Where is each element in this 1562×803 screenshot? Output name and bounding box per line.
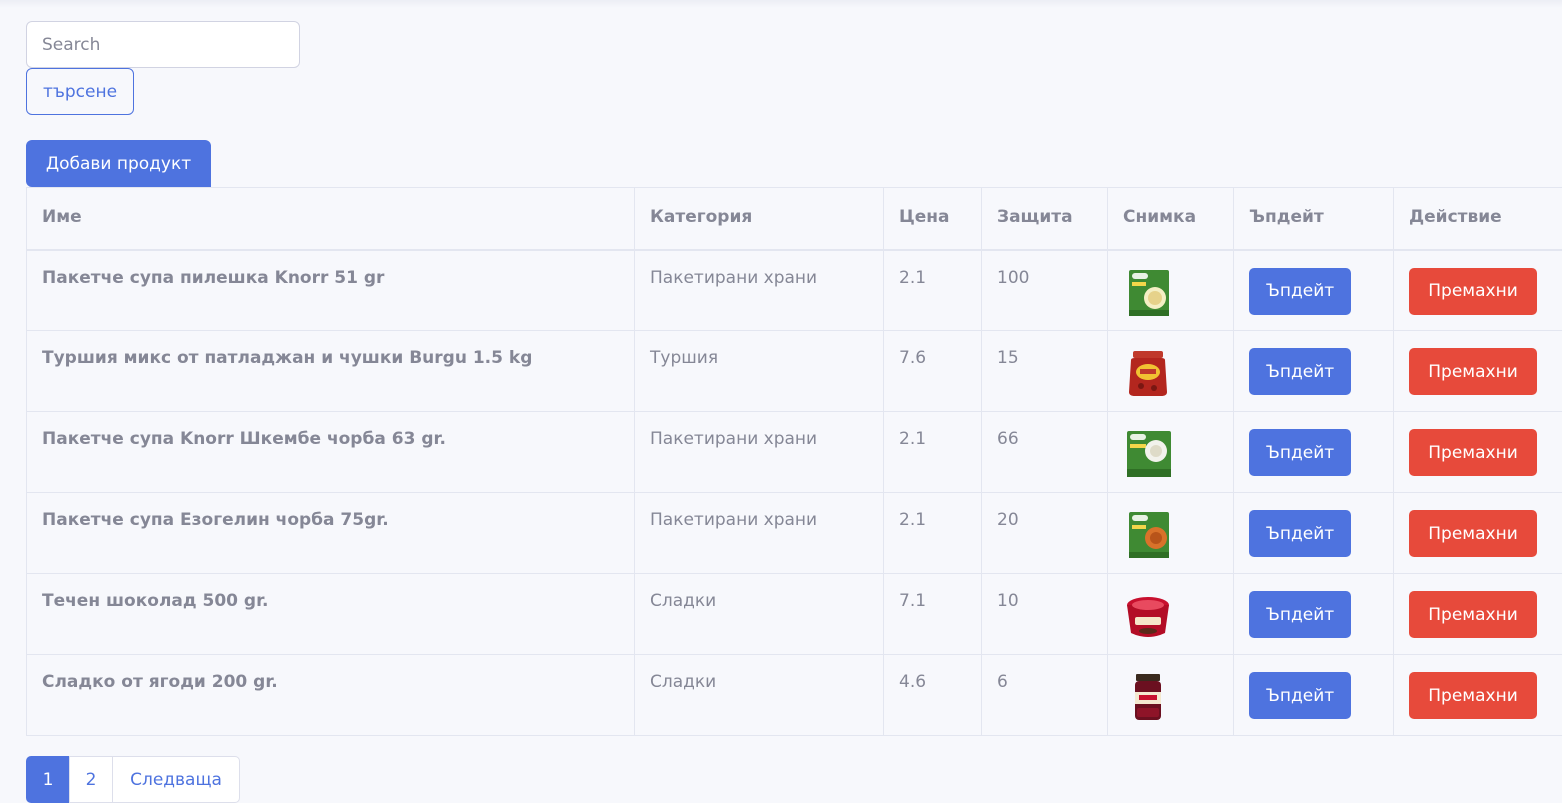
table-row: Туршия микс от патладжан и чушки Burgu 1…: [26, 330, 1562, 412]
product-image-cell: [1107, 654, 1234, 736]
product-name: Сладко от ягоди 200 gr.: [26, 654, 635, 736]
remove-button[interactable]: Премахни: [1409, 510, 1537, 557]
column-header-action: Действие: [1393, 187, 1562, 251]
table-row: Пакетче супа пилешка Knorr 51 gr Пакетир…: [26, 249, 1562, 331]
product-price: 7.6: [883, 330, 982, 412]
table-row: Пакетче супа Езогелин чорба 75gr. Пакети…: [26, 492, 1562, 574]
update-button[interactable]: Ъпдейт: [1249, 510, 1351, 557]
product-category: Сладки: [634, 654, 884, 736]
jam-jar-icon: [1135, 674, 1161, 720]
chocolate-tub-icon: [1127, 597, 1169, 637]
product-protection: 15: [981, 330, 1108, 412]
remove-button[interactable]: Премахни: [1409, 429, 1537, 476]
product-name: Пакетче супа Езогелин чорба 75gr.: [26, 492, 635, 574]
product-protection: 6: [981, 654, 1108, 736]
product-price: 4.6: [883, 654, 982, 736]
next-page-link[interactable]: Следваща: [112, 756, 240, 803]
add-product-button[interactable]: Добави продукт: [26, 140, 211, 187]
product-image-cell: [1107, 249, 1234, 331]
column-header-name: Име: [26, 187, 635, 251]
product-category: Пакетирани храни: [634, 411, 884, 493]
update-cell: Ъпдейт: [1233, 330, 1394, 412]
knorr-tripe-soup-packet-icon: [1127, 431, 1171, 477]
remove-cell: Премахни: [1393, 573, 1562, 655]
knorr-ezogelin-soup-packet-icon: [1129, 512, 1169, 558]
update-button[interactable]: Ъпдейт: [1249, 348, 1351, 395]
product-category: Сладки: [634, 573, 884, 655]
remove-cell: Премахни: [1393, 249, 1562, 331]
product-protection: 66: [981, 411, 1108, 493]
remove-cell: Премахни: [1393, 330, 1562, 412]
product-image-cell: [1107, 492, 1234, 574]
remove-button[interactable]: Премахни: [1409, 591, 1537, 638]
column-header-protection: Защита: [981, 187, 1108, 251]
product-image-cell: [1107, 573, 1234, 655]
update-cell: Ъпдейт: [1233, 411, 1394, 493]
knorr-chicken-soup-packet-icon: [1129, 269, 1169, 316]
update-cell: Ъпдейт: [1233, 249, 1394, 331]
product-image-cell: [1107, 411, 1234, 493]
product-name: Туршия микс от патладжан и чушки Burgu 1…: [26, 330, 635, 412]
remove-cell: Премахни: [1393, 492, 1562, 574]
update-cell: Ъпдейт: [1233, 573, 1394, 655]
products-table: Име Категория Цена Защита Снимка Ъпдейт …: [26, 187, 1562, 736]
column-header-image: Снимка: [1107, 187, 1234, 251]
pickle-jar-icon: [1129, 351, 1167, 396]
update-button[interactable]: Ъпдейт: [1249, 591, 1351, 638]
product-category: Пакетирани храни: [634, 492, 884, 574]
remove-cell: Премахни: [1393, 654, 1562, 736]
update-cell: Ъпдейт: [1233, 654, 1394, 736]
search-input[interactable]: [26, 21, 300, 68]
product-category: Туршия: [634, 330, 884, 412]
product-name: Течен шоколад 500 gr.: [26, 573, 635, 655]
column-header-price: Цена: [883, 187, 982, 251]
column-header-update: Ъпдейт: [1233, 187, 1394, 251]
product-image-cell: [1107, 330, 1234, 412]
pagination: 1 2 Следваща: [26, 756, 240, 803]
top-shadow: [0, 0, 1562, 8]
column-header-category: Категория: [634, 187, 884, 251]
product-price: 2.1: [883, 249, 982, 331]
table-row: Сладко от ягоди 200 gr. Сладки 4.6 6 Ъпд…: [26, 654, 1562, 736]
product-protection: 10: [981, 573, 1108, 655]
page-link-2[interactable]: 2: [69, 756, 113, 803]
product-price: 2.1: [883, 492, 982, 574]
remove-button[interactable]: Премахни: [1409, 672, 1537, 719]
product-name: Пакетче супа пилешка Knorr 51 gr: [26, 249, 635, 331]
remove-button[interactable]: Премахни: [1409, 267, 1537, 315]
remove-button[interactable]: Премахни: [1409, 348, 1537, 395]
product-name: Пакетче супа Knorr Шкембе чорба 63 gr.: [26, 411, 635, 493]
remove-cell: Премахни: [1393, 411, 1562, 493]
update-cell: Ъпдейт: [1233, 492, 1394, 574]
page-link-1[interactable]: 1: [26, 756, 70, 803]
table-row: Пакетче супа Knorr Шкембе чорба 63 gr. П…: [26, 411, 1562, 493]
product-price: 2.1: [883, 411, 982, 493]
table-header-row: Име Категория Цена Защита Снимка Ъпдейт …: [26, 187, 1562, 251]
update-button[interactable]: Ъпдейт: [1249, 267, 1351, 315]
update-button[interactable]: Ъпдейт: [1249, 672, 1351, 719]
search-button[interactable]: търсене: [26, 68, 134, 115]
product-price: 7.1: [883, 573, 982, 655]
update-button[interactable]: Ъпдейт: [1249, 429, 1351, 476]
product-category: Пакетирани храни: [634, 249, 884, 331]
table-row: Течен шоколад 500 gr. Сладки 7.1 10 Ъпде…: [26, 573, 1562, 655]
product-protection: 100: [981, 249, 1108, 331]
product-protection: 20: [981, 492, 1108, 574]
